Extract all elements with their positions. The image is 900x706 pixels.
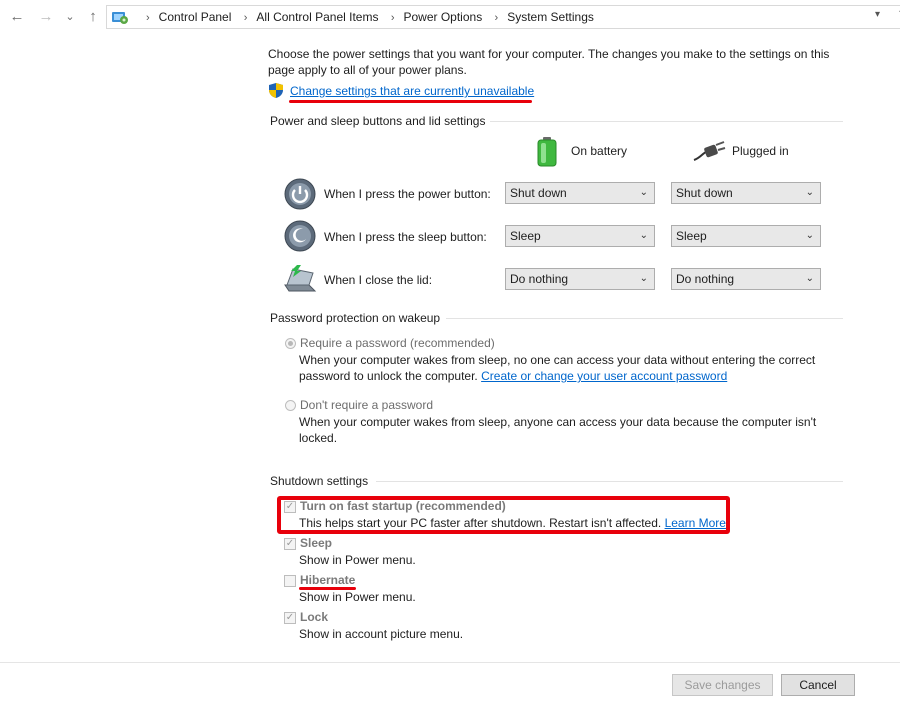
sleep-button-plugged-dropdown[interactable]: Sleep ⌄ [671,225,821,247]
chevron-down-icon: ⌄ [805,187,814,198]
power-button-battery-dropdown[interactable]: Shut down ⌄ [505,182,655,204]
chevron-down-icon: ⌄ [639,273,648,284]
sleep-option-label: Sleep [300,536,333,550]
dropdown-value: Shut down [676,186,733,200]
lock-option-desc: Show in account picture menu. [299,627,464,641]
plugged-in-label: Plugged in [732,144,789,158]
intro-line-1: Choose the power settings that you want … [268,47,830,61]
divider [446,318,843,319]
divider [376,481,843,482]
require-password-desc-1: When your computer wakes from sleep, no … [299,353,816,367]
breadcrumb-system-settings[interactable]: System Settings [507,10,594,24]
require-password-desc-2-text: password to unlock the computer. [299,369,478,383]
cancel-button[interactable]: Cancel [781,674,855,696]
create-password-link[interactable]: Create or change your user account passw… [481,369,727,383]
chevron-down-icon: ⌄ [805,230,814,241]
forward-icon[interactable]: → [36,7,56,27]
require-password-desc-2: password to unlock the computer. Create … [299,368,727,384]
no-password-radio[interactable] [285,400,296,411]
battery-icon [537,137,557,170]
dropdown-value: Shut down [510,186,567,200]
chevron-down-icon[interactable]: ▾ [875,9,880,20]
save-changes-button[interactable]: Save changes [672,674,773,696]
lid-plugged-dropdown[interactable]: Do nothing ⌄ [671,268,821,290]
dropdown-value: Do nothing [676,272,735,286]
intro-line-2: page apply to all of your power plans. [268,63,467,77]
dropdown-value: Do nothing [510,272,569,286]
chevron-down-icon: ⌄ [805,273,814,284]
power-button-label: When I press the power button: [324,187,491,201]
shield-icon [268,82,284,102]
power-plug-icon [692,140,726,165]
chevron-right-icon: › [146,12,150,24]
section-title-buttons: Power and sleep buttons and lid settings [270,114,486,128]
lock-checkbox[interactable]: ✓ [284,612,296,624]
lid-battery-dropdown[interactable]: Do nothing ⌄ [505,268,655,290]
breadcrumb: › Control Panel › All Control Panel Items … [137,6,594,28]
sleep-checkbox[interactable]: ✓ [284,538,296,550]
hibernate-checkbox[interactable] [284,575,296,587]
section-title-shutdown: Shutdown settings [270,474,369,488]
sleep-button-battery-dropdown[interactable]: Sleep ⌄ [505,225,655,247]
chevron-down-icon: ⌄ [639,187,648,198]
address-bar[interactable]: › Control Panel › All Control Panel Items … [106,5,900,29]
no-password-label: Don't require a password [300,398,434,412]
chevron-right-icon: › [494,12,499,24]
require-password-label: Require a password (recommended) [300,336,495,350]
sleep-button-icon [284,220,316,255]
divider [490,121,843,122]
laptop-lid-icon [283,263,317,296]
breadcrumb-power-options[interactable]: Power Options [403,10,482,24]
breadcrumb-all-items[interactable]: All Control Panel Items [256,10,378,24]
power-button-plugged-dropdown[interactable]: Shut down ⌄ [671,182,821,204]
chevron-right-icon: › [243,12,248,24]
annotation-box-fast-startup [277,496,730,534]
lock-option-label: Lock [300,610,329,624]
sleep-option-desc: Show in Power menu. [299,553,416,567]
on-battery-label: On battery [571,144,628,158]
hibernate-option-desc: Show in Power menu. [299,590,416,604]
section-title-password: Password protection on wakeup [270,311,441,325]
no-password-desc-2: locked. [299,431,338,445]
change-settings-link[interactable]: Change settings that are currently unava… [290,83,534,99]
control-panel-icon [111,8,129,29]
lid-label: When I close the lid: [324,273,433,287]
annotation-underline-change-settings [289,100,532,103]
sleep-button-label: When I press the sleep button: [324,230,487,244]
power-button-icon [284,178,316,213]
footer-divider [0,662,900,663]
hibernate-option-label: Hibernate [300,573,356,587]
require-password-radio[interactable] [285,338,296,349]
chevron-right-icon: › [390,12,395,24]
dropdown-value: Sleep [676,229,707,243]
back-icon[interactable]: ← [7,7,27,27]
recent-locations-icon[interactable]: ⌄ [60,7,80,27]
chevron-down-icon: ⌄ [639,230,648,241]
no-password-desc-1: When your computer wakes from sleep, any… [299,415,817,429]
dropdown-value: Sleep [510,229,541,243]
up-icon[interactable]: ↑ [83,7,103,27]
breadcrumb-control-panel[interactable]: Control Panel [159,10,232,24]
